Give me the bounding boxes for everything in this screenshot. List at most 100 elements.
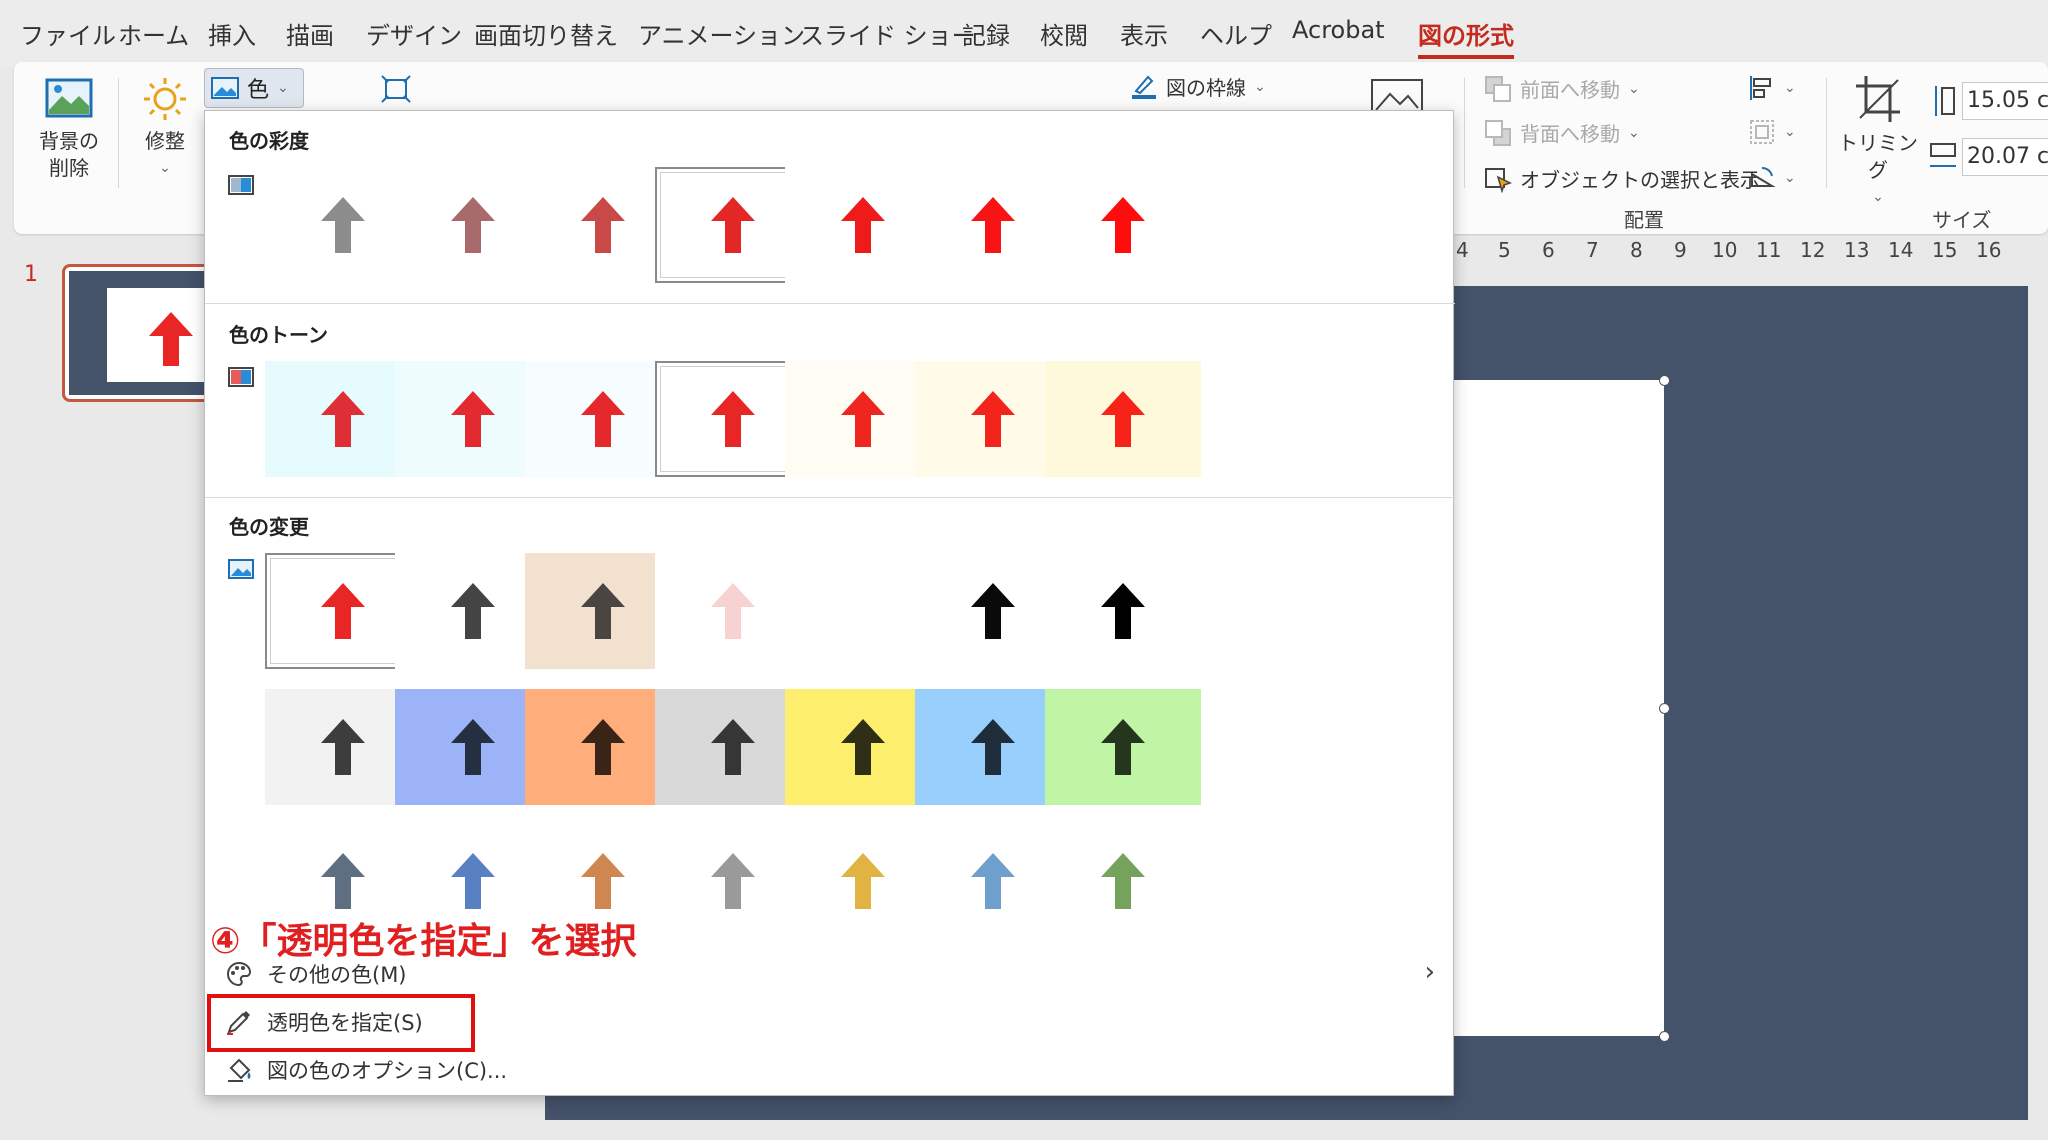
- pen-border-icon: [1132, 75, 1156, 99]
- ruler-tick: 7: [1586, 238, 1599, 262]
- rotate-icon: [1751, 166, 1776, 187]
- size-group-label: サイズ: [1932, 208, 1992, 232]
- recolor-icon: [228, 559, 254, 579]
- width-icon: [1930, 143, 1956, 167]
- sun-icon: [144, 78, 186, 120]
- arrow-up-icon: [841, 583, 885, 639]
- ruler-tick: 16: [1976, 238, 2002, 262]
- arrow-up-icon: [581, 583, 625, 639]
- ribbon-divider: [1826, 78, 1827, 188]
- tab-acrobat[interactable]: Acrobat: [1292, 16, 1385, 44]
- saturation-icon: [228, 175, 254, 195]
- selection-pane-button[interactable]: オブジェクトの選択と表示: [1484, 164, 1760, 193]
- thumbnail-background: [69, 271, 219, 395]
- color-button-label: 色: [247, 78, 270, 103]
- group-button[interactable]: ⌄: [1748, 118, 1796, 146]
- selection-pane-label: オブジェクトの選択と表示: [1520, 168, 1760, 192]
- arrow-up-icon: [581, 391, 625, 447]
- thumbnail-picture: [107, 288, 219, 382]
- rotate-button[interactable]: ⌄: [1748, 164, 1796, 192]
- tab-file[interactable]: ファイル: [20, 16, 116, 51]
- tab-slideshow[interactable]: スライド ショー: [800, 16, 976, 51]
- remove-background-label-2: 削除: [49, 156, 89, 180]
- arrow-up-icon: [971, 719, 1015, 775]
- send-backward-icon: [1485, 119, 1511, 146]
- picture-color-icon: [211, 77, 239, 99]
- horizontal-ruler: 4 5 6 7 8 9 10 11 12 13 14 15 16: [1450, 236, 2048, 266]
- resize-handle[interactable]: [1659, 1031, 1670, 1042]
- chevron-right-icon[interactable]: ›: [1425, 957, 1435, 987]
- picture-color-options-item[interactable]: 図の色のオプション(C)...: [225, 1055, 507, 1085]
- compress-pictures-icon[interactable]: [380, 74, 412, 104]
- align-button[interactable]: ⌄: [1748, 74, 1796, 102]
- saturation-title: 色の彩度: [229, 129, 309, 153]
- chevron-down-icon: ⌄: [1784, 80, 1796, 96]
- recolor-option-7[interactable]: [1045, 689, 1201, 805]
- chevron-down-icon: ⌄: [1254, 78, 1266, 95]
- width-input[interactable]: 20.07 cm: [1962, 138, 2048, 176]
- arrow-up-icon: [581, 719, 625, 775]
- chevron-down-icon: ⌄: [1628, 124, 1640, 141]
- recolor-option-7[interactable]: [1045, 553, 1201, 669]
- arrow-up-icon: [1101, 391, 1145, 447]
- crop-button[interactable]: トリミング ⌄: [1836, 74, 1920, 211]
- tab-review[interactable]: 校閲: [1040, 16, 1088, 51]
- tab-design[interactable]: デザイン: [366, 16, 462, 51]
- tone-option-7[interactable]: [1045, 361, 1201, 477]
- picture-border-label: 図の枠線: [1166, 76, 1246, 100]
- picture-border-button[interactable]: 図の枠線 ⌄: [1130, 72, 1266, 101]
- section-divider: [205, 497, 1455, 498]
- slide-thumbnail[interactable]: [62, 264, 222, 402]
- resize-handle[interactable]: [1659, 375, 1670, 386]
- tab-home[interactable]: ホーム: [118, 16, 189, 51]
- arrow-up-icon: [971, 583, 1015, 639]
- selected-picture[interactable]: [1450, 380, 1664, 1036]
- ruler-tick: 14: [1888, 238, 1914, 262]
- tab-transitions[interactable]: 画面切り替え: [474, 16, 618, 51]
- arrow-up-icon: [1101, 197, 1145, 253]
- tab-view[interactable]: 表示: [1120, 16, 1168, 51]
- recolor-option-7[interactable]: [1045, 823, 1201, 939]
- arrow-up-icon: [321, 719, 365, 775]
- chevron-down-icon: ⌄: [1628, 80, 1640, 97]
- arrow-up-icon: [451, 853, 495, 909]
- tab-animations[interactable]: アニメーション: [638, 16, 805, 51]
- tab-draw[interactable]: 描画: [286, 16, 334, 51]
- tab-insert[interactable]: 挿入: [208, 16, 256, 51]
- paint-bucket-icon: [228, 1058, 251, 1082]
- bring-forward-label: 前面へ移動: [1520, 78, 1620, 102]
- arrow-up-icon: [971, 197, 1015, 253]
- tab-picture-format[interactable]: 図の形式: [1418, 16, 1514, 59]
- arrow-up-icon: [451, 719, 495, 775]
- arrow-up-icon: [711, 719, 755, 775]
- powerpoint-window: ファイル ホーム 挿入 描画 デザイン 画面切り替え アニメーション スライド …: [0, 0, 2048, 1140]
- highlight-box: [207, 994, 475, 1052]
- align-icon: [1750, 76, 1771, 100]
- remove-background-button[interactable]: 背景の 削除: [34, 76, 104, 182]
- ruler-tick: 11: [1756, 238, 1782, 262]
- bring-forward-button[interactable]: 前面へ移動 ⌄: [1484, 74, 1640, 103]
- tab-help[interactable]: ヘルプ: [1200, 16, 1272, 51]
- tab-record[interactable]: 記録: [962, 16, 1010, 51]
- crop-icon: [1856, 76, 1900, 122]
- arrow-up-icon: [1101, 853, 1145, 909]
- group-icon: [1750, 120, 1774, 144]
- send-backward-button[interactable]: 背面へ移動 ⌄: [1484, 118, 1640, 147]
- chevron-down-icon: ⌄: [277, 80, 289, 96]
- remove-background-icon: [45, 78, 93, 118]
- arrow-up-icon: [451, 583, 495, 639]
- arrow-up-icon: [451, 197, 495, 253]
- slide-number: 1: [24, 262, 38, 287]
- send-backward-label: 背面へ移動: [1520, 122, 1620, 146]
- resize-handle[interactable]: [1659, 703, 1670, 714]
- arrow-up-icon: [581, 853, 625, 909]
- height-input[interactable]: 15.05 cm: [1962, 82, 2048, 120]
- corrections-button[interactable]: 修整 ⌄: [130, 76, 200, 182]
- ruler-tick: 12: [1800, 238, 1826, 262]
- selection-pane-icon: [1485, 167, 1512, 193]
- color-button[interactable]: 色 ⌄: [204, 68, 304, 108]
- arrow-up-icon: [971, 853, 1015, 909]
- arrow-up-icon: [711, 391, 755, 447]
- chevron-down-icon: ⌄: [1784, 170, 1796, 186]
- saturation-option-7[interactable]: [1045, 167, 1201, 283]
